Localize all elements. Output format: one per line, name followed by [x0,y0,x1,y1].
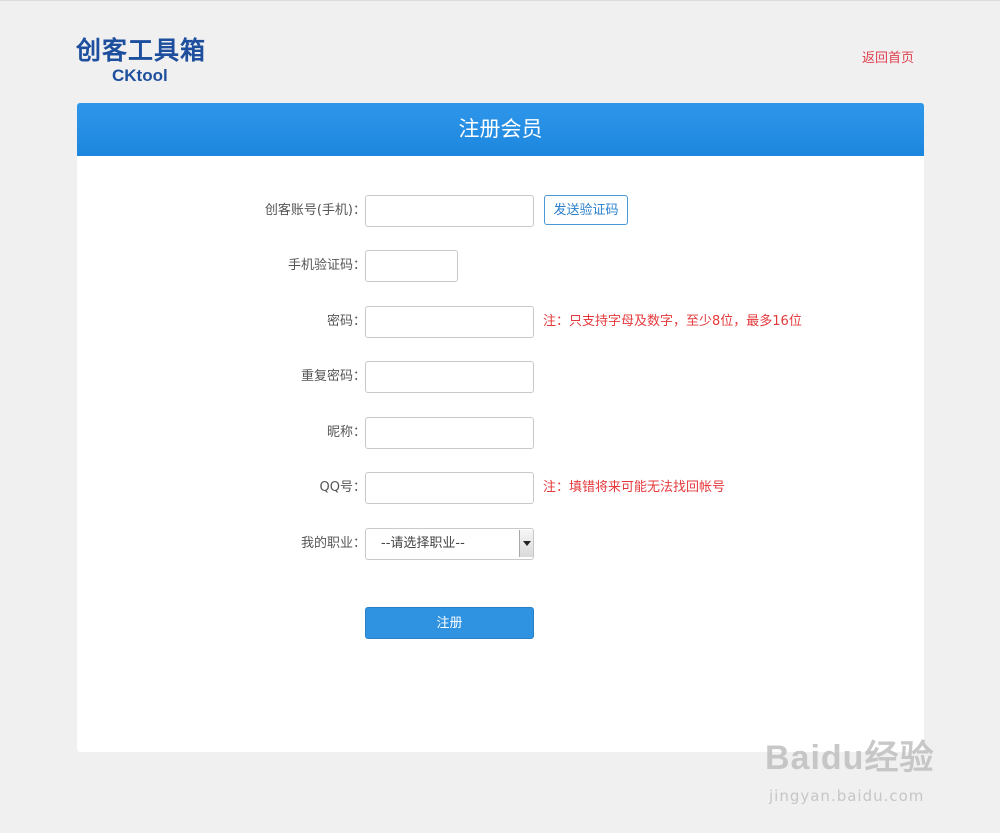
nickname-label: 昵称： [326,425,366,440]
occupation-selected-value: --请选择职业-- [381,536,465,551]
password-input[interactable] [365,306,534,338]
nickname-input[interactable] [365,417,534,449]
account-label: 创客账号(手机)： [264,203,366,218]
occupation-row: 我的职业： --请选择职业-- [77,528,924,560]
qq-label: QQ号： [319,480,366,495]
password-label: 密码： [326,314,366,329]
verify-code-label: 手机验证码： [287,258,366,273]
occupation-label: 我的职业： [300,536,366,551]
account-row: 创客账号(手机)： 发送验证码 [77,195,924,227]
top-divider [0,0,1000,1]
password-row: 密码： 注：只支持字母及数字，至少8位，最多16位 [77,306,924,338]
occupation-select[interactable]: --请选择职业-- [365,528,534,560]
watermark-brand: Baidu经验 [765,739,935,777]
logo[interactable]: 创客工具箱 CKtool [76,36,216,88]
qq-note: 注：填错将来可能无法找回帐号 [543,480,726,495]
repeat-password-row: 重复密码： [77,361,924,393]
account-input[interactable] [365,195,534,227]
qq-row: QQ号： 注：填错将来可能无法找回帐号 [77,472,924,504]
dropdown-arrow-icon[interactable] [519,530,533,557]
form-title: 注册会员 [77,103,924,156]
logo-chinese-text: 创客工具箱 [76,36,207,65]
register-button[interactable]: 注册 [365,607,534,639]
verify-code-input[interactable] [365,250,458,282]
repeat-password-input[interactable] [365,361,534,393]
verify-code-row: 手机验证码： [77,250,924,282]
register-card: 注册会员 创客账号(手机)： 发送验证码 手机验证码： 密码： 注：只支持字母及… [77,103,924,752]
watermark-url: jingyan.baidu.com [769,787,925,805]
qq-input[interactable] [365,472,534,504]
send-code-button[interactable]: 发送验证码 [544,195,628,225]
watermark: Baidu经验 jingyan.baidu.com [765,728,955,818]
logo-english-text: CKtool [112,66,168,85]
back-home-link[interactable]: 返回首页 [862,50,914,68]
password-note: 注：只支持字母及数字，至少8位，最多16位 [543,314,802,329]
repeat-password-label: 重复密码： [300,369,366,384]
nickname-row: 昵称： [77,417,924,449]
